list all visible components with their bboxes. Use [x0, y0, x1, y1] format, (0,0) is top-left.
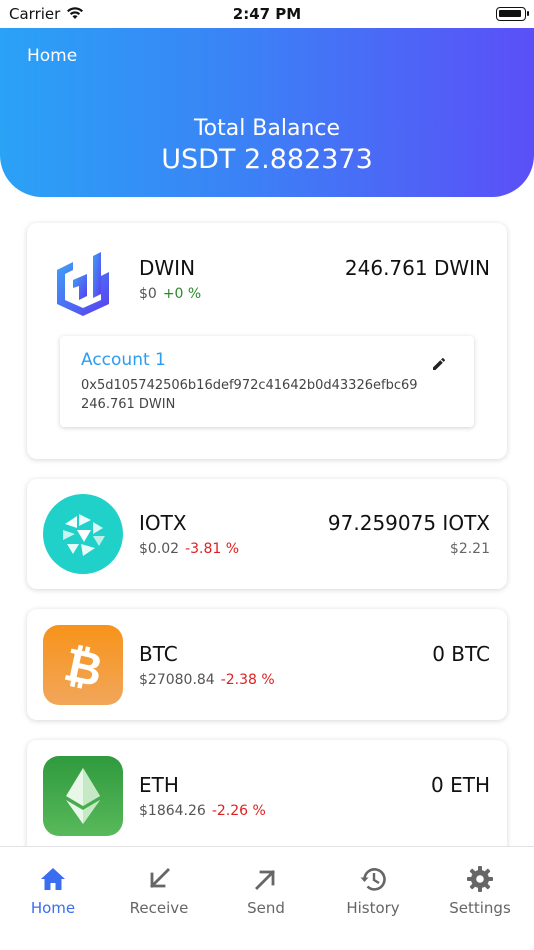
asset-change: -2.38 % [220, 672, 275, 688]
asset-price: $1864.26 [139, 803, 206, 819]
status-bar: Carrier 2:47 PM [0, 0, 534, 28]
asset-change: -2.26 % [211, 803, 266, 819]
asset-symbol: DWIN [139, 256, 196, 280]
asset-symbol: ETH [139, 773, 179, 797]
history-icon [360, 868, 386, 891]
tab-settings[interactable]: Settings [427, 847, 533, 927]
arrow-up-right-icon [255, 870, 275, 890]
asset-card-btc[interactable]: ₿ BTC $27080.84 -2.38 % 0 BTC [27, 609, 507, 720]
asset-change: +0 % [162, 286, 202, 302]
tab-label: Send [247, 899, 285, 917]
tab-home[interactable]: Home [0, 847, 106, 927]
tab-history[interactable]: History [320, 847, 426, 927]
asset-change: -3.81 % [185, 541, 240, 557]
asset-fiat-value: $2.21 [449, 541, 490, 557]
tab-label: Home [30, 899, 76, 917]
account-balance: 246.761 DWIN [81, 397, 176, 412]
asset-price: $27080.84 [139, 672, 215, 688]
asset-amount: 0 BTC [432, 642, 490, 666]
tab-send[interactable]: Send [213, 847, 319, 927]
account-address: 0x5d105742506b16def972c41642b0d43326efbc… [81, 378, 418, 393]
asset-price-row: $1864.26 -2.26 % [139, 803, 266, 819]
home-icon [41, 868, 65, 890]
asset-card-dwin[interactable]: DWIN $0 +0 % 246.761 DWIN Account 1 0x5d1… [27, 223, 507, 459]
asset-symbol: IOTX [139, 511, 187, 535]
edit-icon[interactable] [431, 356, 447, 372]
asset-card-iotx[interactable]: IOTX $0.02 -3.81 % 97.259075 IOTX $2.21 [27, 479, 507, 589]
tab-label: Receive [129, 899, 189, 917]
asset-amount: 97.259075 IOTX [327, 511, 490, 535]
btc-logo-icon: ₿ [43, 625, 123, 705]
gear-icon [467, 866, 493, 892]
account-card[interactable]: Account 1 0x5d105742506b16def972c41642b0… [60, 336, 474, 427]
account-name: Account 1 [81, 350, 166, 370]
tab-receive[interactable]: Receive [106, 847, 212, 927]
total-balance-label: Total Balance [193, 116, 341, 141]
bottom-tab-bar: Home Receive Send History Settings [0, 846, 534, 950]
clock: 2:47 PM [232, 5, 302, 23]
tab-label: History [346, 899, 400, 917]
asset-price: $0 [139, 286, 157, 302]
iotx-logo-icon [43, 494, 123, 574]
asset-symbol: BTC [139, 642, 178, 666]
page-title: Home [27, 46, 78, 66]
battery-icon [496, 7, 529, 21]
asset-price-row: $27080.84 -2.38 % [139, 672, 275, 688]
arrow-down-left-icon [150, 868, 170, 888]
asset-price-row: $0 +0 % [139, 286, 201, 302]
tab-label: Settings [449, 899, 511, 917]
total-balance-value: USDT 2.882373 [161, 144, 373, 175]
asset-price: $0.02 [139, 541, 180, 557]
asset-amount: 0 ETH [431, 773, 490, 797]
dwin-logo-icon [57, 252, 109, 316]
eth-logo-icon [43, 756, 123, 836]
balance-header: Carrier 2:47 PM Home Total Balance USDT … [0, 0, 534, 197]
asset-price-row: $0.02 -3.81 % [139, 541, 239, 557]
asset-amount: 246.761 DWIN [344, 256, 490, 280]
